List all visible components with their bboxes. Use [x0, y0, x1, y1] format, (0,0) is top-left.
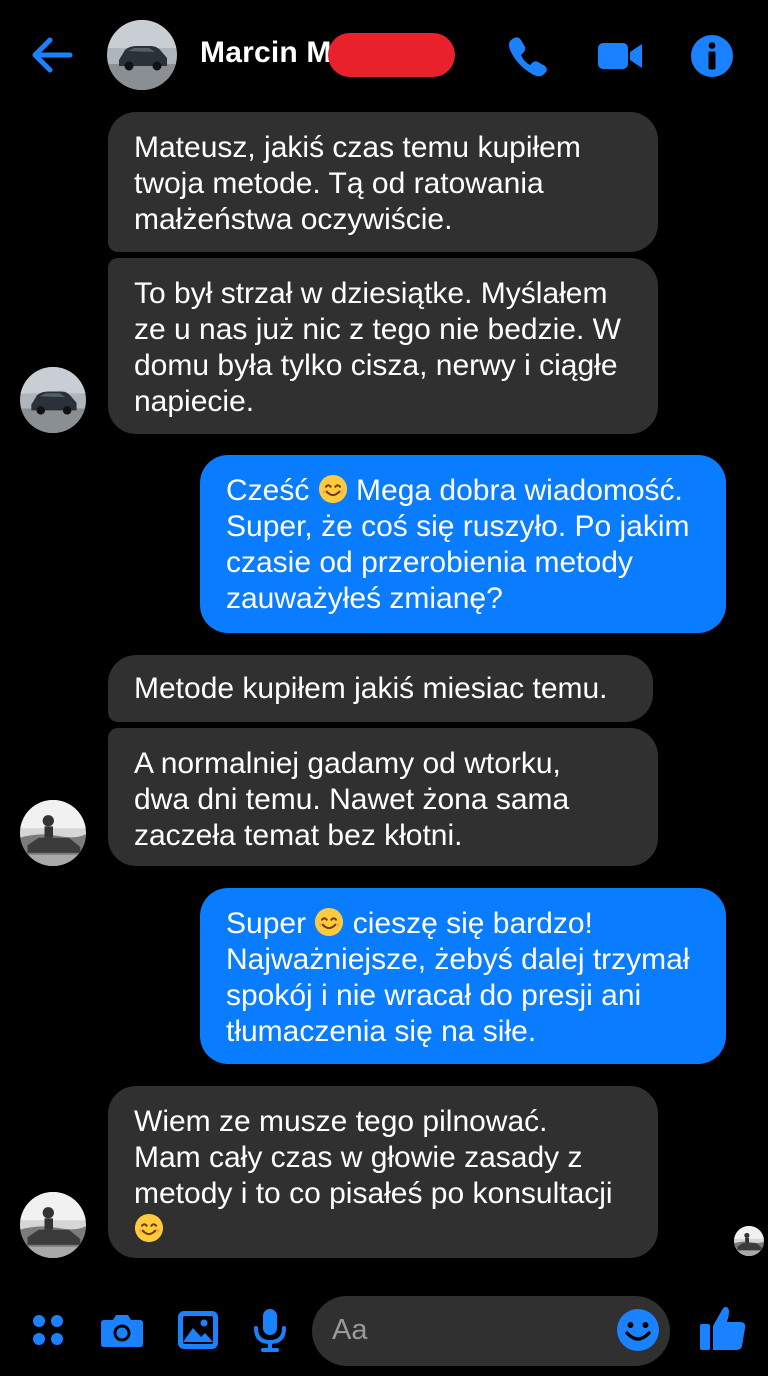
message-line: dwa dni temu. Nawet żona sama	[134, 783, 570, 816]
message-line	[134, 1212, 632, 1248]
apps-grid-icon[interactable]	[24, 1306, 72, 1354]
smiling-face-emoji-icon	[314, 907, 344, 937]
message-line: Metode kupiłem jakiś miesiac temu.	[134, 672, 608, 705]
message-line: Mateusz, jakiś czas temu kupiłem	[134, 131, 581, 164]
message-input[interactable]: Aa	[312, 1296, 670, 1366]
message-line: zauważyłeś zmianę?	[226, 582, 503, 615]
message-line: A normalniej gadamy od wtorku,	[134, 747, 561, 780]
message-input-placeholder: Aa	[332, 1314, 368, 1346]
message-bubble-incoming[interactable]: Wiem ze musze tego pilnować. Mam cały cz…	[108, 1086, 658, 1258]
emoji-icon[interactable]	[614, 1306, 662, 1354]
message-text: Mega dobra wiadomość.	[356, 474, 683, 507]
contact-name[interactable]: Marcin M	[200, 36, 332, 70]
camera-icon[interactable]	[98, 1306, 146, 1354]
message-text: Cześć	[226, 474, 310, 507]
message-line: małżeństwa oczywiście.	[134, 203, 453, 236]
sender-avatar[interactable]	[20, 367, 86, 433]
contact-avatar[interactable]	[107, 20, 177, 90]
smiling-face-emoji-icon	[318, 474, 348, 504]
message-line: spokój i nie wracał do presji ani	[226, 979, 642, 1012]
chat-header: Marcin M	[0, 0, 768, 110]
redaction-mark	[328, 33, 455, 77]
message-bubble-incoming[interactable]: A normalniej gadamy od wtorku, dwa dni t…	[108, 728, 658, 866]
seen-indicator-avatar	[734, 1226, 764, 1256]
message-line: zaczeła temat bez kłotni.	[134, 819, 463, 852]
sender-avatar[interactable]	[20, 1192, 86, 1258]
back-arrow-icon[interactable]	[28, 32, 76, 78]
message-line: Cześć Mega dobra wiadomość.	[226, 473, 700, 509]
message-line: napiecie.	[134, 385, 255, 418]
message-line: Super, że coś się ruszyło. Po jakim	[226, 510, 690, 543]
message-text: cieszę się bardzo!	[352, 907, 593, 940]
info-icon[interactable]	[688, 32, 736, 80]
message-line: ze u nas już nic z tego nie bedzie. W	[134, 313, 621, 346]
message-line: To był strzał w dziesiątke. Myślałem	[134, 277, 608, 310]
message-bubble-incoming[interactable]: Mateusz, jakiś czas temu kupiłem twoja m…	[108, 112, 658, 252]
message-line: twoja metode. Tą od ratowania	[134, 167, 544, 200]
gallery-icon[interactable]	[174, 1306, 222, 1354]
message-line: czasie od przerobienia metody	[226, 546, 633, 579]
message-bubble-incoming[interactable]: Metode kupiłem jakiś miesiac temu.	[108, 655, 653, 722]
message-line: Super cieszę się bardzo!	[226, 906, 700, 942]
smiling-face-emoji-icon	[134, 1213, 164, 1243]
video-camera-icon[interactable]	[596, 32, 644, 80]
message-text: Super	[226, 907, 307, 940]
message-line: Wiem ze musze tego pilnować.	[134, 1105, 548, 1138]
thumbs-up-icon[interactable]	[698, 1302, 748, 1354]
message-composer: Aa	[0, 1290, 768, 1376]
message-line: domu była tylko cisza, nerwy i ciągłe	[134, 349, 618, 382]
message-line: tłumaczenia się na siłe.	[226, 1015, 537, 1048]
microphone-icon[interactable]	[246, 1306, 294, 1354]
sender-avatar[interactable]	[20, 800, 86, 866]
phone-icon[interactable]	[504, 32, 552, 80]
message-line: metody i to co pisałeś po konsultacji	[134, 1177, 613, 1210]
message-line: Mam cały czas w głowie zasady z	[134, 1141, 583, 1174]
message-bubble-incoming[interactable]: To był strzał w dziesiątke. Myślałem ze …	[108, 258, 658, 434]
message-line: Najważniejsze, żebyś dalej trzymał	[226, 943, 690, 976]
message-bubble-outgoing[interactable]: Super cieszę się bardzo! Najważniejsze, …	[200, 888, 726, 1064]
message-bubble-outgoing[interactable]: Cześć Mega dobra wiadomość. Super, że co…	[200, 455, 726, 633]
